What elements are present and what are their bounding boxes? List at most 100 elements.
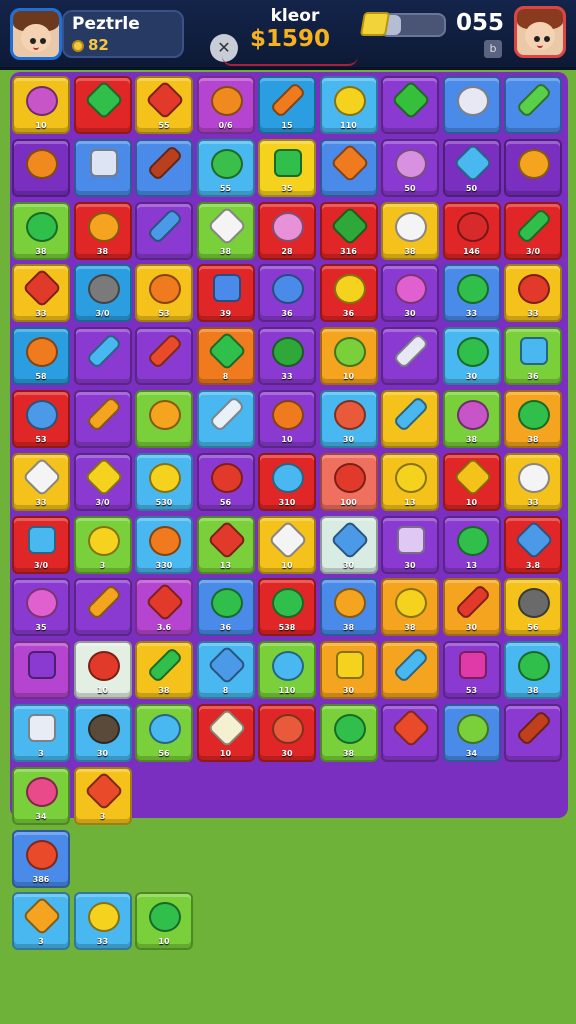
game-tile[interactable]: 0/6 <box>196 76 255 134</box>
game-tile[interactable]: 3.8 <box>504 515 562 574</box>
game-tile[interactable]: 38 <box>504 641 562 700</box>
game-tile[interactable]: 55 <box>135 76 193 134</box>
game-tile[interactable] <box>442 76 501 134</box>
game-tile[interactable]: 38 <box>73 201 132 260</box>
game-tile[interactable]: 50 <box>442 138 501 197</box>
game-tile[interactable] <box>381 641 439 700</box>
game-tile[interactable]: 530 <box>135 452 193 511</box>
game-tile[interactable]: 38 <box>135 641 193 700</box>
game-tile[interactable] <box>135 201 193 260</box>
game-tile[interactable]: 3/0 <box>73 452 132 511</box>
game-tile[interactable]: 10 <box>319 327 378 386</box>
game-tile[interactable]: 39 <box>196 264 255 323</box>
game-tile[interactable]: 316 <box>319 201 378 260</box>
game-tile[interactable]: 30 <box>73 704 132 762</box>
game-tile[interactable]: 3 <box>73 766 132 825</box>
game-tile[interactable]: 30 <box>381 515 439 574</box>
game-tile[interactable]: 33 <box>504 452 562 511</box>
game-tile[interactable]: 13 <box>442 515 501 574</box>
game-tile[interactable] <box>12 138 70 197</box>
game-tile[interactable]: 110 <box>258 641 316 700</box>
game-tile[interactable]: 10 <box>442 452 501 511</box>
game-tile[interactable]: 330 <box>135 515 193 574</box>
game-tile[interactable]: 8 <box>196 327 255 386</box>
game-tile[interactable]: 13 <box>196 515 255 574</box>
game-tile[interactable] <box>504 704 562 762</box>
game-tile[interactable]: 36 <box>258 264 316 323</box>
game-tile[interactable] <box>135 390 193 448</box>
game-tile[interactable]: 538 <box>258 578 316 637</box>
game-tile[interactable] <box>381 704 439 762</box>
game-tile[interactable]: 38 <box>196 201 255 260</box>
game-tile[interactable]: 53 <box>12 390 70 448</box>
game-tile[interactable]: 36 <box>196 578 255 637</box>
game-tile[interactable]: 30 <box>319 515 378 574</box>
game-tile[interactable]: 30 <box>319 390 378 448</box>
game-tile[interactable]: 10 <box>73 641 132 700</box>
game-tile[interactable]: 310 <box>258 452 316 511</box>
game-tile[interactable]: 56 <box>504 578 562 637</box>
game-tile[interactable]: 56 <box>196 452 255 511</box>
game-tile[interactable]: 10 <box>12 76 70 134</box>
game-tile[interactable]: 38 <box>319 704 378 762</box>
game-tile[interactable] <box>504 76 562 134</box>
game-tile[interactable]: 38 <box>442 390 501 448</box>
game-tile[interactable]: 10 <box>258 390 316 448</box>
game-tile[interactable]: 33 <box>258 327 316 386</box>
opponent-avatar[interactable] <box>514 6 566 58</box>
game-tile[interactable] <box>504 138 562 197</box>
small-button[interactable]: b <box>484 40 502 58</box>
game-tile[interactable] <box>135 138 193 197</box>
game-tile[interactable] <box>196 390 255 448</box>
game-tile[interactable]: 56 <box>135 704 193 762</box>
game-tile[interactable]: 3 <box>12 704 70 762</box>
game-tile[interactable]: 30 <box>381 264 439 323</box>
game-tile[interactable]: 3/0 <box>504 201 562 260</box>
game-tile[interactable] <box>381 327 439 386</box>
game-tile[interactable]: 55 <box>196 138 255 197</box>
game-tile[interactable]: 36 <box>319 264 378 323</box>
game-tile[interactable]: 3.6 <box>135 578 193 637</box>
game-tile[interactable]: 58 <box>12 327 70 386</box>
game-tile[interactable]: 53 <box>442 641 501 700</box>
game-tile[interactable]: 13 <box>381 452 439 511</box>
game-tile[interactable]: 34 <box>442 704 501 762</box>
game-tile[interactable]: 36 <box>504 327 562 386</box>
game-tile[interactable] <box>381 390 439 448</box>
game-tile[interactable]: 38 <box>381 201 439 260</box>
game-tile[interactable]: 30 <box>442 327 501 386</box>
game-tile[interactable]: 3 <box>12 892 70 951</box>
game-tile[interactable]: 146 <box>442 201 501 260</box>
game-tile[interactable]: 33 <box>12 264 70 323</box>
game-tile[interactable]: 10 <box>135 892 193 951</box>
game-tile[interactable]: 38 <box>504 390 562 448</box>
game-tile[interactable]: 38 <box>12 201 70 260</box>
game-tile[interactable]: 50 <box>381 138 439 197</box>
game-tile[interactable]: 3 <box>73 515 132 574</box>
game-tile[interactable]: 30 <box>319 641 378 700</box>
game-tile[interactable]: 34 <box>12 766 70 825</box>
game-tile[interactable]: 33 <box>442 264 501 323</box>
game-tile[interactable]: 33 <box>73 892 132 951</box>
game-tile[interactable]: 3/0 <box>73 264 132 323</box>
game-tile[interactable]: 3/0 <box>12 515 70 574</box>
game-tile[interactable] <box>73 76 132 134</box>
game-tile[interactable]: 8 <box>196 641 255 700</box>
game-tile[interactable] <box>381 76 439 134</box>
game-tile[interactable] <box>73 327 132 386</box>
game-tile[interactable]: 386 <box>12 829 70 888</box>
game-tile[interactable] <box>12 641 70 700</box>
game-tile[interactable] <box>73 390 132 448</box>
game-tile[interactable] <box>73 578 132 637</box>
game-tile[interactable]: 100 <box>319 452 378 511</box>
game-tile[interactable]: 33 <box>504 264 562 323</box>
game-tile[interactable]: 38 <box>381 578 439 637</box>
game-tile[interactable] <box>135 327 193 386</box>
game-tile[interactable]: 33 <box>12 452 70 511</box>
game-tile[interactable] <box>319 138 378 197</box>
game-tile[interactable]: 35 <box>258 138 316 197</box>
game-tile[interactable]: 10 <box>196 704 255 762</box>
game-tile[interactable]: 30 <box>442 578 501 637</box>
game-tile[interactable]: 35 <box>12 578 70 637</box>
game-tile[interactable] <box>73 138 132 197</box>
